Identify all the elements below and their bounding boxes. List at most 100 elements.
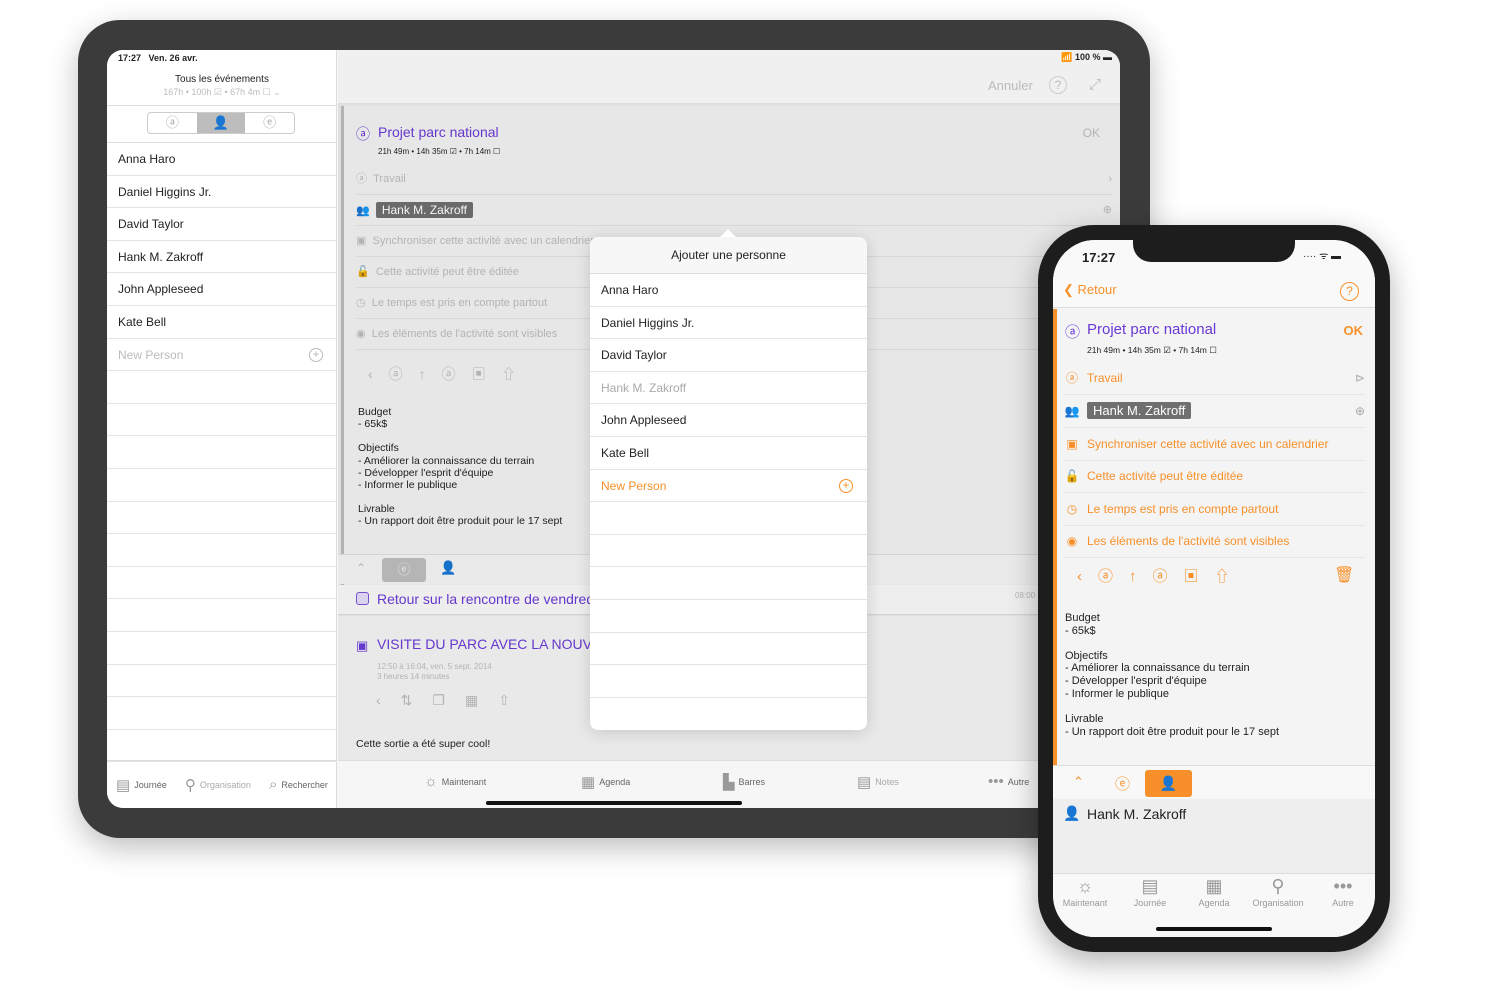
add-person-popover: Ajouter une personne Anna Haro Daniel Hi… <box>590 229 867 730</box>
day-icon: ▤ <box>1141 876 1159 896</box>
tab-autre[interactable]: ••• Autre <box>988 773 1029 790</box>
add-icon[interactable]: + <box>839 478 853 493</box>
activity-stats: 21h 49m • 14h 35m ☑ • 7h 14m ☐ <box>378 147 501 156</box>
person-segment[interactable]: 👤 <box>1145 770 1192 797</box>
move-up-icon[interactable]: ↑ⓐ <box>419 366 472 382</box>
tab-label: Barres <box>738 777 766 787</box>
event-title[interactable]: VISITE DU PARC AVEC LA NOUVELLE <box>377 636 626 652</box>
tab-rechercher[interactable]: ⌕ Rechercher <box>269 776 328 793</box>
move-up-icon[interactable]: ↑ⓐ <box>1129 568 1184 585</box>
activity-notes[interactable]: Budget - 65k$ Objectifs - Améliorer la conn… <box>358 406 562 528</box>
list-item[interactable]: David Taylor <box>590 339 867 372</box>
event-icon[interactable]: ▣ <box>472 366 502 382</box>
share-icon[interactable]: ⇧ <box>502 366 532 382</box>
category-row[interactable]: ⓐ Travail ⊳ <box>1063 362 1365 395</box>
move-left-icon[interactable]: ‹ⓐ <box>368 366 419 382</box>
ok-button[interactable]: OK <box>1083 126 1100 140</box>
tab-barres[interactable]: ▙ Barres <box>723 773 765 791</box>
duplicate-icon[interactable]: ❐ <box>432 692 465 708</box>
list-item[interactable]: Hank M. Zakroff <box>1087 806 1186 822</box>
chevron-right-icon[interactable]: ⊳ <box>1355 362 1365 394</box>
segment-control[interactable]: ⓐ 👤 ⓔ <box>147 112 295 134</box>
note-line: Objectifs <box>1065 649 1108 662</box>
unlock-icon: 🔓 <box>356 266 370 278</box>
back-icon[interactable]: ‹ <box>376 692 401 708</box>
add-icon[interactable]: + <box>309 347 323 362</box>
sidebar-title[interactable]: Tous les événements <box>107 74 337 85</box>
cancel-button[interactable]: Annuler <box>988 78 1033 93</box>
day-icon: ▤ <box>116 776 131 794</box>
tab-bar: ☼ Maintenant ▤ Journée ▦ Agenda ⚲ Organisati… <box>1053 873 1375 937</box>
list-item[interactable]: Anna Haro <box>590 274 867 307</box>
calendar-icon[interactable]: ▦ <box>465 692 498 708</box>
tab-label: Organisation <box>1252 898 1304 908</box>
list-item[interactable]: Anna Haro <box>107 143 337 176</box>
activity-notes[interactable]: Budget - 65k$ Objectifs - Améliorer la conn… <box>1065 612 1279 738</box>
segment-people[interactable]: 👤 <box>196 113 246 133</box>
people-list: 👤 Hank M. Zakroff <box>1053 799 1375 873</box>
events-segment[interactable]: ⓔ <box>382 558 426 582</box>
list-item[interactable]: Hank M. Zakroff <box>107 241 337 274</box>
event-icon[interactable]: ▣ <box>1184 568 1215 585</box>
option-label: Synchroniser cette activité avec un cale… <box>372 235 594 247</box>
collapse-icon[interactable]: ⌃ <box>1073 774 1084 790</box>
option-editable[interactable]: 🔓 Cette activité peut être éditée <box>1063 460 1365 493</box>
tab-label: Notes <box>875 777 899 787</box>
list-item[interactable]: Kate Bell <box>107 306 337 339</box>
category-row[interactable]: ⓐ Travail › <box>356 164 1112 195</box>
note-line: - Un rapport doit être produit pour le 1… <box>1065 725 1280 738</box>
option-time[interactable]: ◷ Le temps est pris en compte partout <box>1063 493 1365 526</box>
tab-journee[interactable]: ▤ Journée <box>116 776 167 794</box>
share-icon[interactable]: ⇧ <box>1215 568 1246 585</box>
add-icon[interactable]: ⊕ <box>1355 395 1365 427</box>
people-icon: 👥 <box>356 205 370 217</box>
tab-autre[interactable]: ••• Autre <box>1311 874 1375 908</box>
help-icon[interactable]: ? <box>1340 282 1359 301</box>
tab-agenda[interactable]: ▦ Agenda <box>581 773 630 791</box>
home-indicator <box>486 801 742 805</box>
ok-button[interactable]: OK <box>1344 323 1364 338</box>
checkbox[interactable] <box>356 592 369 605</box>
new-person-row[interactable]: New Person + <box>107 339 337 372</box>
list-item[interactable]: David Taylor <box>107 208 337 241</box>
activity-title[interactable]: Projet parc national <box>378 124 499 140</box>
back-button[interactable]: ❮ Retour <box>1063 282 1117 298</box>
tab-maintenant[interactable]: ☼ Maintenant <box>424 773 486 790</box>
segment-events[interactable]: ⓔ <box>245 113 294 133</box>
people-row[interactable]: 👥 Hank M. Zakroff ⊕ <box>1063 395 1365 428</box>
help-icon[interactable]: ? <box>1049 76 1067 94</box>
option-sync[interactable]: ▣ Synchroniser cette activité avec un cal… <box>1063 428 1365 461</box>
calendar-icon: ▣ <box>356 235 367 247</box>
list-item[interactable]: Daniel Higgins Jr. <box>590 307 867 340</box>
new-person-input[interactable]: New Person <box>118 348 183 362</box>
list-item[interactable]: John Appleseed <box>107 273 337 306</box>
add-icon[interactable]: ⊕ <box>1103 195 1112 226</box>
share-icon[interactable]: ⇧ <box>498 692 530 708</box>
tab-journee[interactable]: ▤ Journée <box>1118 874 1182 908</box>
chevron-right-icon[interactable]: › <box>1108 164 1112 195</box>
option-visible[interactable]: ◉ Les éléments de l'activité sont visible… <box>1063 525 1365 558</box>
move-left-icon[interactable]: ‹ⓐ <box>1077 568 1129 585</box>
tab-organisation[interactable]: ⚲ Organisation <box>1246 874 1310 908</box>
activity-title[interactable]: Projet parc national <box>1087 321 1216 338</box>
list-item[interactable]: Daniel Higgins Jr. <box>107 176 337 209</box>
person-segment-icon[interactable]: 👤 <box>440 560 456 576</box>
tab-maintenant[interactable]: ☼ Maintenant <box>1053 874 1117 908</box>
person-chip[interactable]: Hank M. Zakroff <box>1087 402 1192 419</box>
list-item[interactable]: John Appleseed <box>590 404 867 437</box>
list-item-selected[interactable]: Hank M. Zakroff <box>590 372 867 405</box>
events-segment[interactable]: ⓔ <box>1115 773 1130 794</box>
tab-notes[interactable]: ▤ Notes <box>857 773 899 791</box>
new-person-row[interactable]: New Person + <box>590 470 867 503</box>
tab-organisation[interactable]: ⚲ Organisation <box>185 776 251 794</box>
sort-icon[interactable]: ⇅ <box>401 692 433 708</box>
tab-agenda[interactable]: ▦ Agenda <box>1182 874 1246 908</box>
collapse-icon[interactable]: ⌃ <box>356 561 366 575</box>
people-row[interactable]: 👥 Hank M. Zakroff ⊕ <box>356 195 1112 226</box>
segment-activities[interactable]: ⓐ <box>148 113 197 133</box>
person-chip[interactable]: Hank M. Zakroff <box>375 202 473 218</box>
tab-label: Autre <box>1007 776 1030 787</box>
expand-icon[interactable]: ⤢ <box>1089 76 1101 93</box>
list-item[interactable]: Kate Bell <box>590 437 867 470</box>
trash-icon[interactable]: 🗑 <box>1334 565 1354 585</box>
